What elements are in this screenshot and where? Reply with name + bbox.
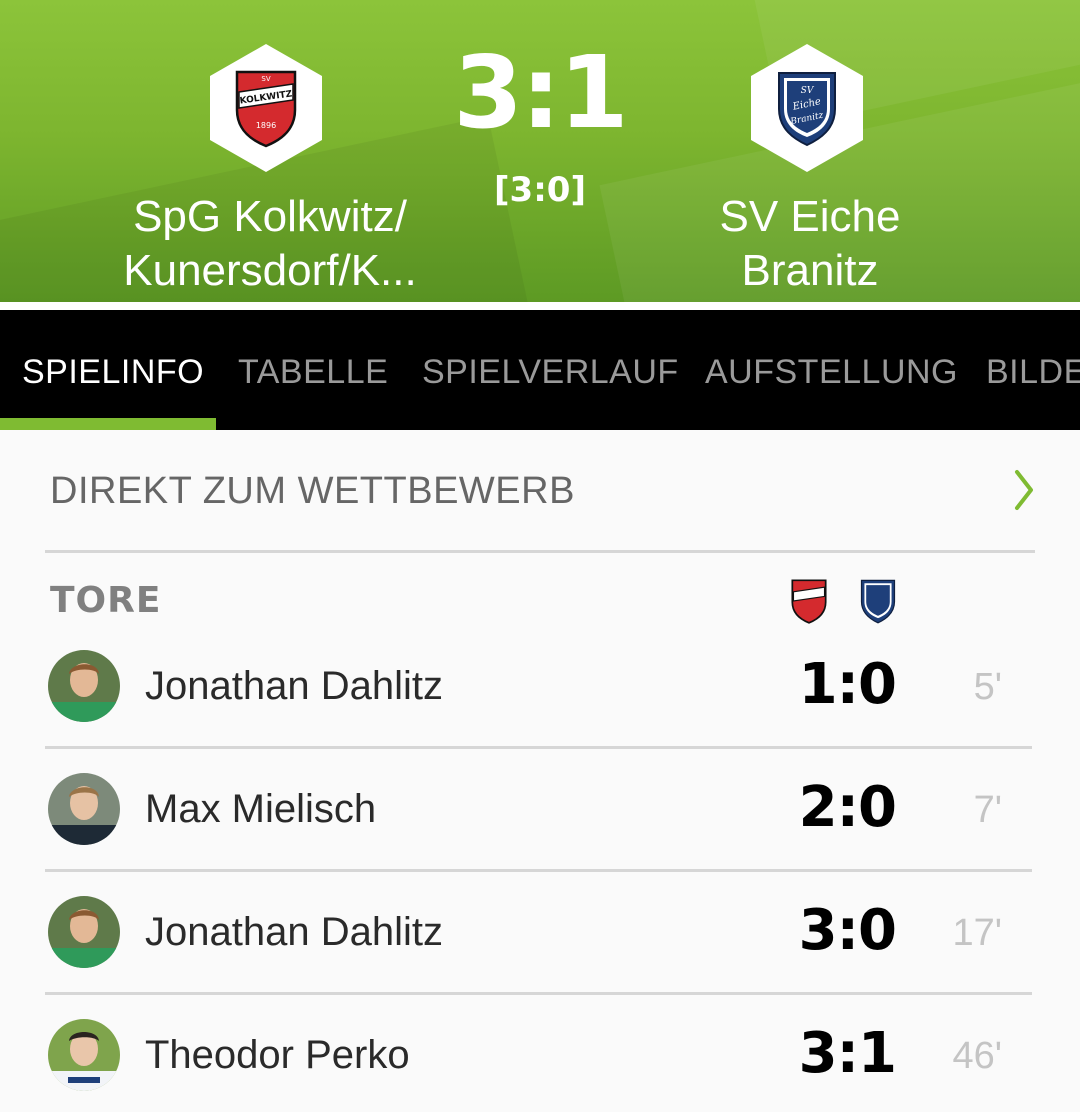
scorer-name: Theodor Perko — [145, 1033, 410, 1077]
running-score: 3:0 — [798, 898, 897, 963]
goal-row[interactable]: Theodor Perko 3:1 46' — [0, 999, 1080, 1112]
away-team-name-line2: Branitz — [741, 246, 879, 295]
player-avatar — [48, 773, 120, 845]
home-team-crest[interactable]: SV KOLKWITZ 1896 — [210, 44, 322, 172]
tab-tabelle[interactable]: TABELLE — [238, 310, 388, 430]
active-tab-indicator — [0, 418, 216, 430]
tab-bar: SPIELINFO TABELLE SPIELVERLAUF AUFSTELLU… — [0, 310, 1080, 430]
goals-section-title: TORE — [50, 580, 162, 621]
home-team-name-line1: SpG Kolkwitz/ — [133, 192, 407, 241]
home-team-name[interactable]: SpG Kolkwitz/ Kunersdorf/K... — [90, 190, 450, 298]
running-score: 1:0 — [798, 652, 897, 717]
player-photo-icon — [48, 773, 120, 845]
goal-row[interactable]: Jonathan Dahlitz 1:0 5' — [0, 630, 1080, 750]
divider — [45, 992, 1032, 995]
divider — [45, 746, 1032, 749]
chevron-right-icon — [1015, 470, 1033, 510]
competition-link-label: DIREKT ZUM WETTBEWERB — [50, 470, 575, 512]
goal-minute: 5' — [973, 666, 1002, 708]
goal-minute: 7' — [973, 789, 1002, 831]
goal-row[interactable]: Max Mielisch 2:0 7' — [0, 753, 1080, 873]
player-avatar — [48, 650, 120, 722]
goal-minute: 17' — [952, 912, 1002, 954]
away-team-mini-crest-icon — [860, 579, 896, 624]
divider — [45, 869, 1032, 872]
competition-link[interactable]: DIREKT ZUM WETTBEWERB — [0, 430, 1080, 552]
match-info-content: DIREKT ZUM WETTBEWERB TORE Jonathan Dahl… — [0, 430, 1080, 1112]
player-photo-icon — [48, 896, 120, 968]
goal-minute: 46' — [952, 1035, 1002, 1077]
halftime-score: [3:0] — [494, 170, 586, 210]
divider — [45, 550, 1035, 553]
svg-text:1896: 1896 — [256, 121, 276, 130]
tab-spielinfo[interactable]: SPIELINFO — [22, 310, 204, 430]
away-team-name-line1: SV Eiche — [719, 192, 901, 241]
match-header: SV KOLKWITZ 1896 3:1 [3:0] SV Eiche Bran… — [0, 0, 1080, 302]
scorer-name: Jonathan Dahlitz — [145, 910, 443, 954]
header-divider — [0, 302, 1080, 310]
goal-row[interactable]: Jonathan Dahlitz 3:0 17' — [0, 876, 1080, 996]
away-team-name[interactable]: SV Eiche Branitz — [660, 190, 960, 298]
svg-text:SV: SV — [801, 86, 815, 96]
player-photo-icon — [48, 650, 120, 722]
home-team-mini-crest-icon — [791, 579, 827, 624]
kolkwitz-logo-icon: SV KOLKWITZ 1896 — [235, 70, 297, 148]
scorer-name: Jonathan Dahlitz — [145, 664, 443, 708]
tab-bilder[interactable]: BILDE — [986, 310, 1080, 430]
eiche-branitz-logo-icon: SV Eiche Branitz — [778, 72, 836, 147]
tab-spielverlauf[interactable]: SPIELVERLAUF — [422, 310, 679, 430]
tab-aufstellung[interactable]: AUFSTELLUNG — [705, 310, 958, 430]
player-photo-icon — [48, 1019, 120, 1091]
match-score: 3:1 — [453, 34, 628, 151]
scorer-name: Max Mielisch — [145, 787, 377, 831]
running-score: 3:1 — [798, 1021, 897, 1086]
player-avatar — [48, 1019, 120, 1091]
home-team-name-line2: Kunersdorf/K... — [123, 246, 417, 295]
svg-text:SV: SV — [261, 75, 270, 83]
running-score: 2:0 — [798, 775, 897, 840]
player-avatar — [48, 896, 120, 968]
